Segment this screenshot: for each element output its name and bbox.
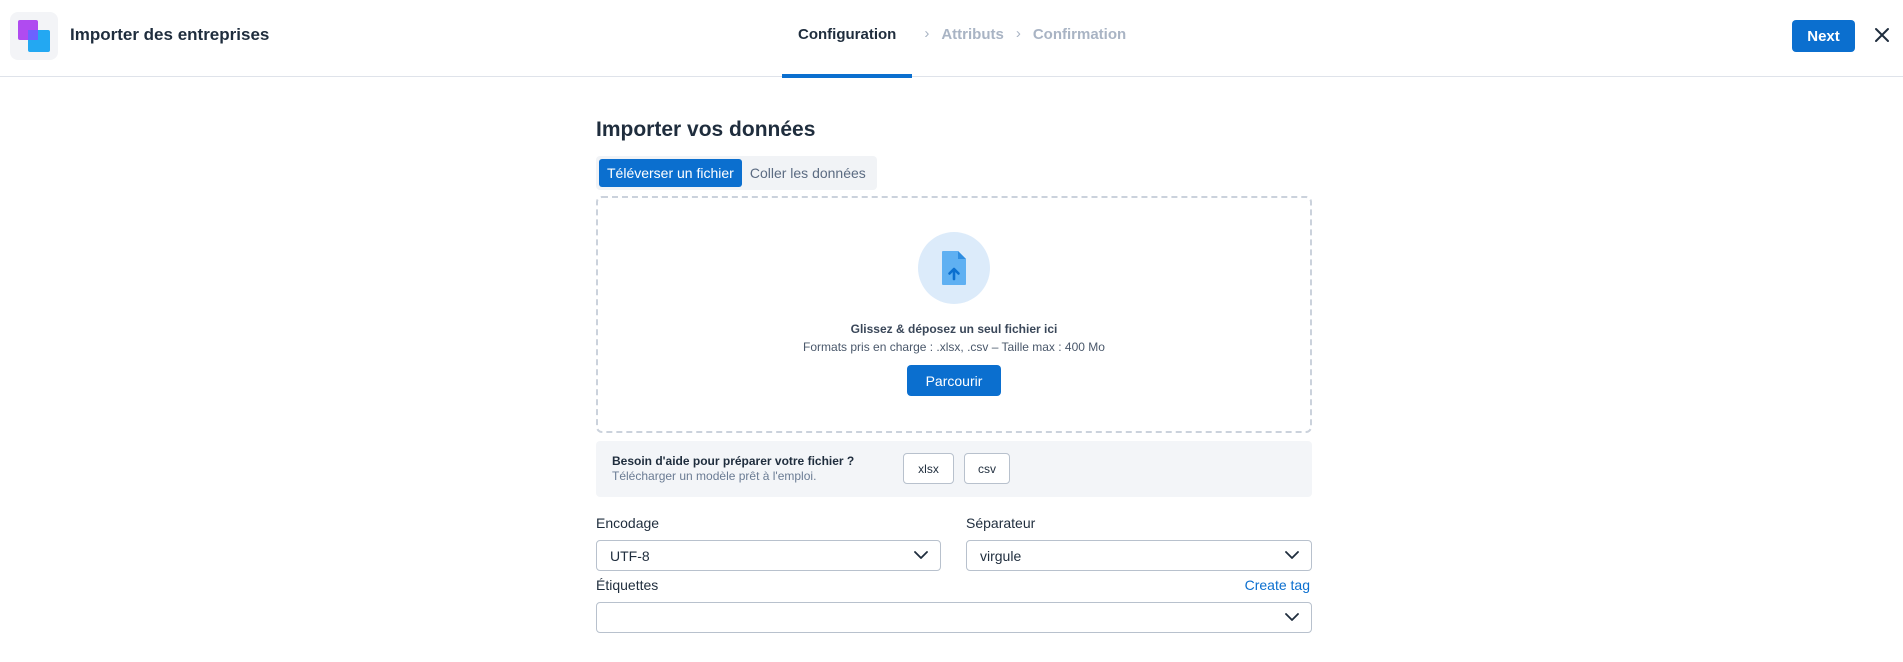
chevron-right-icon: ›	[924, 25, 930, 42]
help-title: Besoin d'aide pour préparer votre fichie…	[612, 454, 855, 468]
template-help-box: Besoin d'aide pour préparer votre fichie…	[596, 441, 1312, 497]
step-attributs[interactable]: Attributs	[941, 0, 1004, 77]
download-xlsx-template-button[interactable]: xlsx	[903, 453, 954, 484]
tags-label: Étiquettes	[596, 577, 659, 593]
stepper: Configuration › Attributs › Confirmation	[782, 0, 1126, 78]
dropzone-formats: Formats pris en charge : .xlsx, .csv – T…	[803, 340, 1105, 354]
browse-button[interactable]: Parcourir	[907, 365, 1001, 396]
tags-select[interactable]	[596, 602, 1312, 633]
chevron-down-icon	[1285, 551, 1299, 559]
separator-value: virgule	[980, 548, 1022, 564]
tab-paste-data[interactable]: Coller les données	[742, 159, 874, 187]
import-form: Importer vos données Téléverser un fichi…	[596, 118, 1312, 633]
separator-label: Séparateur	[966, 515, 1036, 531]
import-mode-tabs: Téléverser un fichier Coller les données	[596, 156, 877, 190]
close-icon[interactable]	[1871, 24, 1893, 46]
chevron-down-icon	[1285, 613, 1299, 621]
file-dropzone[interactable]: Glissez & déposez un seul fichier ici Fo…	[596, 196, 1312, 433]
encoding-select[interactable]: UTF-8	[596, 540, 941, 571]
app-logo-icon	[10, 12, 58, 60]
file-upload-icon	[918, 232, 990, 304]
create-tag-link[interactable]: Create tag	[1245, 577, 1310, 593]
header: Importer des entreprises Configuration ›…	[0, 0, 1903, 78]
step-confirmation[interactable]: Confirmation	[1033, 0, 1126, 77]
encoding-label: Encodage	[596, 515, 660, 531]
tab-upload-file[interactable]: Téléverser un fichier	[599, 159, 742, 187]
encoding-value: UTF-8	[610, 548, 650, 564]
chevron-right-icon: ›	[1015, 25, 1021, 42]
encoding-separator-row: Encodage UTF-8 Séparateur virgule	[596, 515, 1312, 573]
help-subtitle: Télécharger un modèle prêt à l'emploi.	[612, 469, 817, 483]
dropzone-title: Glissez & déposez un seul fichier ici	[850, 322, 1058, 336]
step-configuration[interactable]: Configuration	[782, 0, 913, 78]
next-button[interactable]: Next	[1792, 20, 1855, 52]
page-title: Importer des entreprises	[70, 25, 270, 44]
section-title: Importer vos données	[596, 118, 816, 141]
chevron-down-icon	[914, 551, 928, 559]
separator-select[interactable]: virgule	[966, 540, 1312, 571]
tags-row: Étiquettes Create tag	[596, 577, 1312, 633]
download-csv-template-button[interactable]: csv	[964, 453, 1010, 484]
